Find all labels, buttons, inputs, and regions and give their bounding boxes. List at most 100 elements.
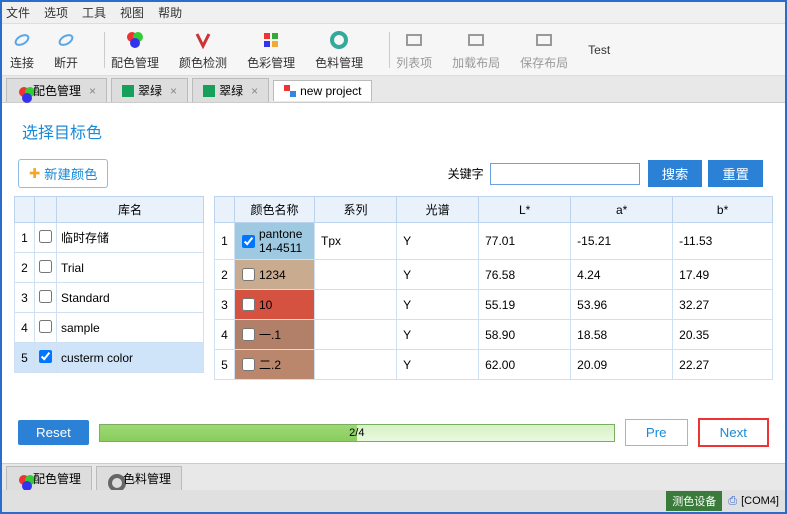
tab-label: 翠绿 bbox=[219, 82, 243, 99]
L-value: 62.00 bbox=[479, 350, 571, 380]
palette-icon bbox=[17, 85, 29, 97]
tool-色彩管理[interactable]: 色彩管理 bbox=[247, 28, 295, 71]
keyword-label: 关键字 bbox=[448, 165, 484, 182]
tool-label: 加载布局 bbox=[452, 54, 500, 71]
new-color-button[interactable]: ✚ 新建颜色 bbox=[18, 159, 108, 188]
tab-label: 配色管理 bbox=[33, 82, 81, 99]
sq-green-icon bbox=[203, 85, 215, 97]
close-icon[interactable]: × bbox=[170, 84, 177, 98]
tool-label: 颜色检测 bbox=[179, 54, 227, 71]
tool-label: 连接 bbox=[10, 54, 34, 71]
b-value: 22.27 bbox=[673, 350, 773, 380]
color-name: 10 bbox=[259, 298, 310, 312]
tool-label: 保存布局 bbox=[520, 54, 568, 71]
color-checkbox[interactable] bbox=[242, 358, 255, 371]
detect-icon bbox=[191, 28, 215, 52]
library-name: sample bbox=[57, 313, 204, 343]
menu-帮助[interactable]: 帮助 bbox=[158, 4, 182, 21]
library-checkbox[interactable] bbox=[39, 320, 52, 333]
library-checkbox[interactable] bbox=[39, 290, 52, 303]
toolbar: 连接 断开 配色管理 颜色检测 色彩管理色料管理 列表项加载布局 保存布局 Test bbox=[2, 24, 785, 76]
tool-断开[interactable]: 断开 bbox=[54, 28, 78, 71]
tab-label: 翠绿 bbox=[138, 82, 162, 99]
statusbar: 测色设备 ⎙ [COM4] bbox=[2, 490, 785, 512]
spectrum: Y bbox=[397, 223, 479, 260]
tab-色料管理[interactable]: 色料管理 bbox=[96, 466, 182, 490]
tool-label: 配色管理 bbox=[111, 54, 159, 71]
library-checkbox[interactable] bbox=[39, 350, 52, 363]
col-header: 光谱 bbox=[397, 197, 479, 223]
tool-色料管理[interactable]: 色料管理 bbox=[315, 28, 363, 71]
progress-text: 2/4 bbox=[349, 427, 364, 439]
library-row[interactable]: 3Standard bbox=[15, 283, 204, 313]
tool-配色管理[interactable]: 配色管理 bbox=[111, 28, 159, 71]
col-header: L* bbox=[479, 197, 571, 223]
tab-翠绿[interactable]: 翠绿 × bbox=[192, 78, 269, 102]
tool-颜色检测[interactable]: 颜色检测 bbox=[179, 28, 227, 71]
a-value: -15.21 bbox=[571, 223, 673, 260]
color-row[interactable]: 4一.1Y58.9018.5820.35 bbox=[215, 320, 773, 350]
L-value: 58.90 bbox=[479, 320, 571, 350]
tab-label: 配色管理 bbox=[33, 470, 81, 487]
color-checkbox[interactable] bbox=[242, 235, 255, 248]
tool-加载布局[interactable]: 加载布局 bbox=[452, 28, 500, 71]
grid-icon bbox=[259, 28, 283, 52]
tool-label: 断开 bbox=[54, 54, 78, 71]
menu-文件[interactable]: 文件 bbox=[6, 4, 30, 21]
color-row[interactable]: 5二.2Y62.0020.0922.27 bbox=[215, 350, 773, 380]
color-row[interactable]: 21234Y76.584.2417.49 bbox=[215, 260, 773, 290]
color-checkbox[interactable] bbox=[242, 298, 255, 311]
menu-工具[interactable]: 工具 bbox=[82, 4, 106, 21]
L-value: 77.01 bbox=[479, 223, 571, 260]
top-tabs: 配色管理 × 翠绿 × 翠绿 × new project bbox=[2, 76, 785, 103]
link-icon bbox=[10, 28, 34, 52]
library-row[interactable]: 1临时存储 bbox=[15, 223, 204, 253]
save-icon bbox=[532, 28, 556, 52]
a-value: 4.24 bbox=[571, 260, 673, 290]
b-value: 20.35 bbox=[673, 320, 773, 350]
library-row[interactable]: 5custerm color bbox=[15, 343, 204, 373]
color-row[interactable]: 310Y55.1953.9632.27 bbox=[215, 290, 773, 320]
row-index: 2 bbox=[15, 253, 35, 283]
library-checkbox[interactable] bbox=[39, 230, 52, 243]
color-name: 一.1 bbox=[259, 326, 310, 343]
close-icon[interactable]: × bbox=[89, 84, 96, 98]
keyword-input[interactable] bbox=[490, 163, 640, 185]
a-value: 20.09 bbox=[571, 350, 673, 380]
col-header: 系列 bbox=[315, 197, 397, 223]
tab-new project[interactable]: new project bbox=[273, 80, 372, 101]
reset-button[interactable]: Reset bbox=[18, 420, 89, 445]
tool-Test[interactable]: Test bbox=[588, 43, 610, 57]
library-row[interactable]: 4sample bbox=[15, 313, 204, 343]
col-header: 颜色名称 bbox=[235, 197, 315, 223]
pre-button[interactable]: Pre bbox=[625, 419, 688, 446]
color-checkbox[interactable] bbox=[242, 268, 255, 281]
color-checkbox[interactable] bbox=[242, 328, 255, 341]
library-row[interactable]: 2Trial bbox=[15, 253, 204, 283]
spectrum: Y bbox=[397, 350, 479, 380]
search-button[interactable]: 搜索 bbox=[648, 160, 703, 187]
tab-配色管理[interactable]: 配色管理 × bbox=[6, 78, 107, 102]
color-name: 1234 bbox=[259, 268, 310, 282]
library-checkbox[interactable] bbox=[39, 260, 52, 273]
close-icon[interactable]: × bbox=[251, 84, 258, 98]
tool-列表项[interactable]: 列表项 bbox=[396, 28, 432, 71]
tab-配色管理[interactable]: 配色管理 bbox=[6, 466, 92, 490]
reset-filter-button[interactable]: 重置 bbox=[708, 160, 763, 187]
bottom-tabs: 配色管理色料管理 bbox=[2, 463, 785, 490]
next-button[interactable]: Next bbox=[698, 418, 769, 447]
color-table: 颜色名称系列光谱L*a*b* 1pantone 14-4511TpxY77.01… bbox=[214, 196, 773, 380]
b-value: 17.49 bbox=[673, 260, 773, 290]
palette-icon bbox=[17, 473, 29, 485]
menu-视图[interactable]: 视图 bbox=[120, 4, 144, 21]
tab-翠绿[interactable]: 翠绿 × bbox=[111, 78, 188, 102]
device-badge[interactable]: 测色设备 bbox=[666, 491, 722, 511]
menu-选项[interactable]: 选项 bbox=[44, 4, 68, 21]
tool-label: 色料管理 bbox=[315, 54, 363, 71]
spectrum: Y bbox=[397, 290, 479, 320]
tool-连接[interactable]: 连接 bbox=[10, 28, 34, 71]
tool-保存布局[interactable]: 保存布局 bbox=[520, 28, 568, 71]
color-row[interactable]: 1pantone 14-4511TpxY77.01-15.21-11.53 bbox=[215, 223, 773, 260]
series bbox=[315, 290, 397, 320]
library-table: 库名 1临时存储2Trial3Standard4sample5custerm c… bbox=[14, 196, 204, 380]
